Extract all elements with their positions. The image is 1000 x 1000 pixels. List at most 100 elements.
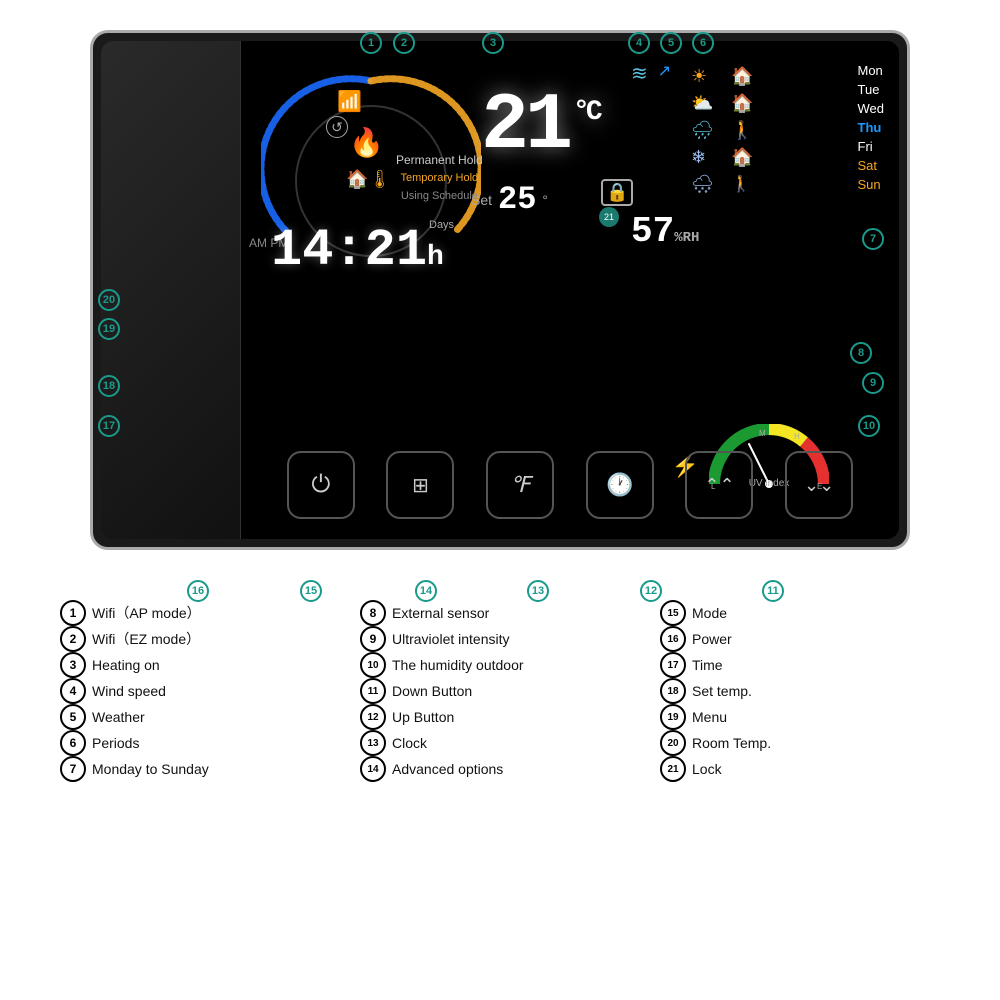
- legend-num-21: 21: [660, 756, 686, 782]
- days-label: Days: [429, 219, 454, 231]
- wifi-ez-icon: ↺: [326, 116, 348, 138]
- period-away-icon: 🚶: [731, 120, 753, 141]
- legend-item-14: 14 Advanced options: [360, 756, 640, 782]
- legend-text-5: Weather: [92, 709, 145, 725]
- set-temp-value: 25: [498, 181, 536, 218]
- wind-arrow-icon: ↗: [658, 61, 671, 86]
- period-home-icon-2: 🏠: [731, 93, 753, 114]
- power-icon: ⏻: [311, 471, 330, 499]
- legend-item-10: 10 The humidity outdoor: [360, 652, 640, 678]
- legend-text-21: Lock: [692, 761, 722, 777]
- down-chevron-icon: ⌄⌄: [804, 475, 834, 496]
- left-glass-panel: [101, 41, 241, 539]
- legend-item-21: 21 Lock: [660, 756, 940, 782]
- annotation-17: 17: [98, 415, 120, 437]
- days-of-week-panel: Mon Tue Wed Thu Fri Sat Sun: [858, 63, 885, 192]
- day-tue: Tue: [858, 82, 885, 97]
- period-sleep-icon: 🏠: [731, 147, 753, 168]
- hold-mode-display: Permanent Hold Temporary Hold Using Sche…: [396, 151, 483, 205]
- legend-text-14: Advanced options: [392, 761, 503, 777]
- fahrenheit-icon: ℉: [510, 472, 531, 498]
- power-button[interactable]: ⏻: [287, 451, 355, 519]
- annotation-8: 8: [850, 342, 872, 364]
- mode-button[interactable]: ⊞: [386, 451, 454, 519]
- legend-num-13: 13: [360, 730, 386, 756]
- snow-weather-icon: ❄: [691, 147, 714, 168]
- annotation-6: 6: [692, 32, 714, 54]
- legend-text-13: Clock: [392, 735, 427, 751]
- legend-num-3: 3: [60, 652, 86, 678]
- legend-text-6: Periods: [92, 735, 139, 751]
- legend-text-1: Wifi（AP mode）: [92, 603, 201, 623]
- annotation-18: 18: [98, 375, 120, 397]
- legend-num-7: 7: [60, 756, 86, 782]
- legend-text-10: The humidity outdoor: [392, 657, 524, 673]
- legend-item-18: 18 Set temp.: [660, 678, 940, 704]
- time-display: 14:21h: [271, 221, 444, 280]
- legend-text-9: Ultraviolet intensity: [392, 631, 510, 647]
- legend-item-7: 7 Monday to Sunday: [60, 756, 340, 782]
- down-button-wrap: ⌄⌄: [785, 451, 853, 519]
- advanced-options-button[interactable]: ℉: [486, 451, 554, 519]
- legend-text-17: Time: [692, 657, 723, 673]
- period-away-icon-2: 🚶: [731, 174, 753, 194]
- legend-item-3: 3 Heating on: [60, 652, 340, 678]
- humidity-unit: %RH: [674, 230, 699, 246]
- svg-text:H: H: [794, 432, 800, 441]
- legend-num-16: 16: [660, 626, 686, 652]
- day-sat: Sat: [858, 158, 885, 173]
- legend-text-3: Heating on: [92, 657, 160, 673]
- legend-item-19: 19 Menu: [660, 704, 940, 730]
- legend-num-8: 8: [360, 600, 386, 626]
- legend-item-16: 16 Power: [660, 626, 940, 652]
- legend-num-15: 15: [660, 600, 686, 626]
- legend-column-3: 15 Mode 16 Power 17 Time 18 Set temp. 19…: [660, 600, 940, 782]
- clock-icon: 🕐: [606, 472, 633, 498]
- legend-num-20: 20: [660, 730, 686, 756]
- weather-icons-column: ☀ ⛅ 🌧 ❄ 🌨: [691, 66, 714, 195]
- sun-weather-icon: ☀: [691, 66, 714, 87]
- legend-column-1: 1 Wifi（AP mode） 2 Wifi（EZ mode） 3 Heatin…: [60, 600, 340, 782]
- annotation-4: 4: [628, 32, 650, 54]
- legend-text-8: External sensor: [392, 605, 489, 621]
- legend-text-2: Wifi（EZ mode）: [92, 629, 200, 649]
- set-unit: °: [542, 192, 548, 208]
- legend-item-1: 1 Wifi（AP mode）: [60, 600, 340, 626]
- legend-column-2: 8 External sensor 9 Ultraviolet intensit…: [360, 600, 640, 782]
- annotation-7: 7: [862, 228, 884, 250]
- legend-text-15: Mode: [692, 605, 727, 621]
- annotation-9: 9: [862, 372, 884, 394]
- legend-num-4: 4: [60, 678, 86, 704]
- legend-num-10: 10: [360, 652, 386, 678]
- right-content-panel: 🔥 🏠🌡 📶 ↺ 21°C Set 25 °: [241, 41, 899, 539]
- wind-speed-icon: ≋: [631, 61, 648, 86]
- time-suffix: h: [427, 242, 444, 273]
- legend-num-14: 14: [360, 756, 386, 782]
- annotation-1: 1: [360, 32, 382, 54]
- rain-weather-icon: 🌧: [691, 120, 714, 141]
- legend-num-6: 6: [60, 730, 86, 756]
- legend-num-18: 18: [660, 678, 686, 704]
- clock-button-wrap: 🕐: [586, 451, 654, 519]
- legend-text-20: Room Temp.: [692, 735, 771, 751]
- wifi-ap-icon: 📶: [337, 89, 362, 114]
- advanced-button-wrap: ℉: [486, 451, 554, 519]
- up-button[interactable]: ⌃⌃: [685, 451, 753, 519]
- legend-num-5: 5: [60, 704, 86, 730]
- down-button[interactable]: ⌄⌄: [785, 451, 853, 519]
- temporary-hold-text: Temporary Hold: [396, 170, 483, 188]
- mode-button-wrap: ⊞: [386, 451, 454, 519]
- legend-num-2: 2: [60, 626, 86, 652]
- legend-item-9: 9 Ultraviolet intensity: [360, 626, 640, 652]
- annotation-2: 2: [393, 32, 415, 54]
- legend-item-13: 13 Clock: [360, 730, 640, 756]
- annotation-3: 3: [482, 32, 504, 54]
- period-icons-column: 🏠 🏠 🚶 🏠 🚶: [731, 66, 753, 194]
- legend-text-11: Down Button: [392, 683, 472, 699]
- clock-button[interactable]: 🕐: [586, 451, 654, 519]
- day-wed: Wed: [858, 101, 885, 116]
- day-mon: Mon: [858, 63, 885, 78]
- legend-text-4: Wind speed: [92, 683, 166, 699]
- legend-num-12: 12: [360, 704, 386, 730]
- legend-text-18: Set temp.: [692, 683, 752, 699]
